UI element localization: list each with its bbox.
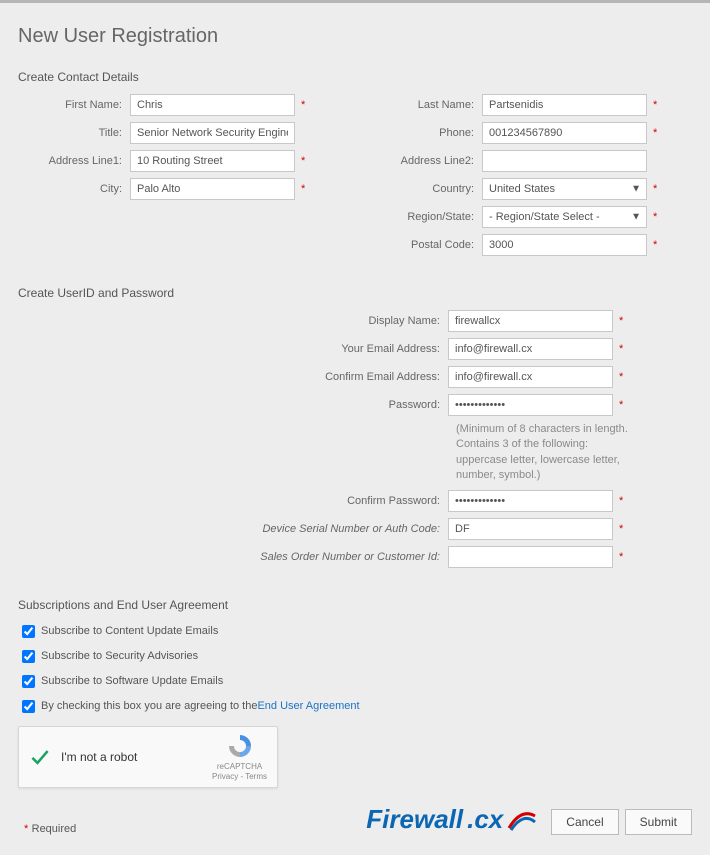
required-asterisk: * bbox=[653, 211, 657, 223]
required-asterisk: * bbox=[619, 551, 623, 563]
subscribe-security-label: Subscribe to Security Advisories bbox=[41, 650, 198, 662]
label-display-name: Display Name: bbox=[208, 315, 448, 327]
label-confirm-email: Confirm Email Address: bbox=[208, 371, 448, 383]
required-asterisk: * bbox=[619, 343, 623, 355]
country-select[interactable]: United States bbox=[482, 178, 647, 200]
label-password: Password: bbox=[208, 399, 448, 411]
address1-field[interactable] bbox=[130, 150, 295, 172]
confirm-password-field[interactable] bbox=[448, 490, 613, 512]
required-asterisk: * bbox=[653, 239, 657, 251]
device-serial-field[interactable] bbox=[448, 518, 613, 540]
page-title: New User Registration bbox=[18, 25, 692, 48]
end-user-agreement-link[interactable]: End User Agreement bbox=[257, 700, 359, 712]
recaptcha-badge: reCAPTCHA Privacy - Terms bbox=[212, 732, 267, 781]
contact-details: First Name: * Title: Address Line1: * Ci… bbox=[18, 94, 692, 262]
checkmark-icon bbox=[29, 746, 51, 768]
sales-order-field[interactable] bbox=[448, 546, 613, 568]
city-field[interactable] bbox=[130, 178, 295, 200]
recaptcha-icon bbox=[226, 732, 254, 760]
label-title: Title: bbox=[18, 127, 130, 139]
subscribe-security-checkbox[interactable] bbox=[22, 650, 35, 663]
required-asterisk: * bbox=[301, 99, 305, 111]
required-asterisk: * bbox=[619, 315, 623, 327]
cancel-button[interactable]: Cancel bbox=[551, 809, 618, 835]
section-subs-title: Subscriptions and End User Agreement bbox=[18, 598, 692, 612]
required-asterisk: * bbox=[653, 127, 657, 139]
required-note: Required bbox=[32, 823, 77, 835]
agreement-checkbox[interactable] bbox=[22, 700, 35, 713]
subscribe-software-label: Subscribe to Software Update Emails bbox=[41, 675, 223, 687]
registration-form: New User Registration Create Contact Det… bbox=[0, 0, 710, 855]
subscriptions: Subscribe to Content Update Emails Subsc… bbox=[18, 622, 692, 716]
title-field[interactable] bbox=[130, 122, 295, 144]
logo-swoosh-icon bbox=[507, 806, 537, 832]
label-first-name: First Name: bbox=[18, 99, 130, 111]
password-field[interactable] bbox=[448, 394, 613, 416]
section-contact-title: Create Contact Details bbox=[18, 70, 692, 84]
label-region: Region/State: bbox=[370, 211, 482, 223]
region-select[interactable]: - Region/State Select - bbox=[482, 206, 647, 228]
section-userid-title: Create UserID and Password bbox=[18, 286, 692, 300]
label-country: Country: bbox=[370, 183, 482, 195]
label-city: City: bbox=[18, 183, 130, 195]
label-addr1: Address Line1: bbox=[18, 155, 130, 167]
password-hint: (Minimum of 8 characters in length. Cont… bbox=[456, 422, 636, 484]
required-asterisk: * bbox=[619, 371, 623, 383]
subscribe-content-label: Subscribe to Content Update Emails bbox=[41, 625, 218, 637]
firewall-cx-logo: Firewall.cx bbox=[366, 804, 537, 835]
label-sales-order: Sales Order Number or Customer Id: bbox=[208, 551, 448, 563]
captcha-label: I'm not a robot bbox=[61, 750, 212, 764]
subscribe-content-checkbox[interactable] bbox=[22, 625, 35, 638]
label-phone: Phone: bbox=[370, 127, 482, 139]
label-email: Your Email Address: bbox=[208, 343, 448, 355]
agreement-text: By checking this box you are agreeing to… bbox=[41, 700, 257, 712]
userid-fields: Display Name: * Your Email Address: * Co… bbox=[208, 310, 692, 568]
required-asterisk: * bbox=[653, 183, 657, 195]
required-asterisk: * bbox=[24, 823, 28, 835]
required-asterisk: * bbox=[619, 495, 623, 507]
submit-button[interactable]: Submit bbox=[625, 809, 692, 835]
required-asterisk: * bbox=[301, 183, 305, 195]
confirm-email-field[interactable] bbox=[448, 366, 613, 388]
required-asterisk: * bbox=[301, 155, 305, 167]
required-asterisk: * bbox=[619, 523, 623, 535]
recaptcha-widget[interactable]: I'm not a robot reCAPTCHA Privacy - Term… bbox=[18, 726, 278, 788]
subscribe-software-checkbox[interactable] bbox=[22, 675, 35, 688]
form-footer: * Required Firewall.cx Cancel Submit bbox=[18, 804, 692, 835]
first-name-field[interactable] bbox=[130, 94, 295, 116]
phone-field[interactable] bbox=[482, 122, 647, 144]
last-name-field[interactable] bbox=[482, 94, 647, 116]
display-name-field[interactable] bbox=[448, 310, 613, 332]
label-addr2: Address Line2: bbox=[370, 155, 482, 167]
label-postal: Postal Code: bbox=[370, 239, 482, 251]
email-field[interactable] bbox=[448, 338, 613, 360]
label-confirm-password: Confirm Password: bbox=[208, 495, 448, 507]
required-asterisk: * bbox=[653, 99, 657, 111]
address2-field[interactable] bbox=[482, 150, 647, 172]
required-asterisk: * bbox=[619, 399, 623, 411]
label-last-name: Last Name: bbox=[370, 99, 482, 111]
label-device-serial: Device Serial Number or Auth Code: bbox=[208, 523, 448, 535]
postal-field[interactable] bbox=[482, 234, 647, 256]
